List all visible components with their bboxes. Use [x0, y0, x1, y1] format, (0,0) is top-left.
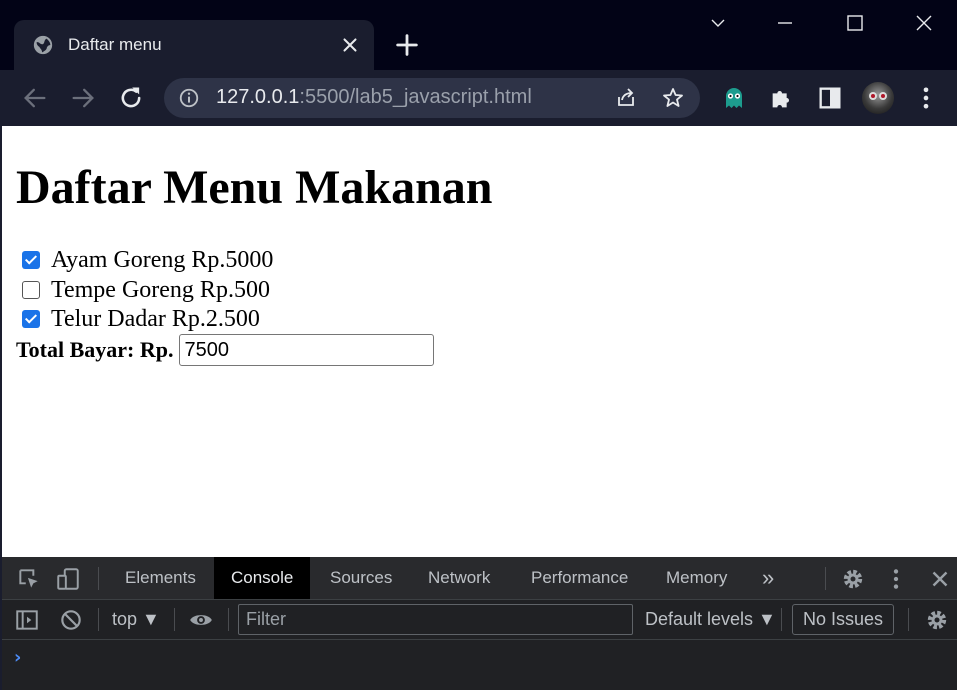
toolbar-divider: [228, 608, 229, 631]
toolbar-divider: [98, 567, 99, 590]
maximize-icon[interactable]: [840, 8, 870, 38]
ghost-extension-icon[interactable]: [720, 84, 748, 112]
bookmark-star-icon[interactable]: [661, 86, 685, 110]
devtools-tab-performance[interactable]: Performance: [518, 557, 641, 599]
url-text: 127.0.0.1:5500/lab5_javascript.html: [216, 86, 532, 109]
toolbar-divider: [825, 567, 826, 590]
browser-tab[interactable]: Daftar menu: [14, 20, 374, 72]
menu-item-label: Ayam Goreng Rp.5000: [51, 246, 274, 273]
side-panel-icon[interactable]: [816, 84, 844, 112]
more-tabs-chevron-icon[interactable]: »: [762, 557, 774, 599]
issues-button[interactable]: No Issues: [792, 604, 894, 635]
forward-arrow-icon[interactable]: [69, 84, 97, 112]
devtools-tab-sources[interactable]: Sources: [317, 557, 405, 599]
toolbar-divider: [98, 608, 99, 631]
devtools-more-vertical-icon[interactable]: [883, 566, 909, 592]
console-filter-input[interactable]: [238, 604, 633, 635]
execution-context-select[interactable]: top ▼: [112, 609, 160, 630]
total-label: Total Bayar: Rp.: [16, 337, 174, 362]
toolbar-divider: [781, 608, 782, 631]
menu-item-ayam-goreng[interactable]: Ayam Goreng Rp.5000: [22, 246, 273, 274]
checkbox-telur-dadar[interactable]: [22, 310, 40, 328]
show-sidebar-icon[interactable]: [14, 607, 40, 633]
site-info-icon[interactable]: [178, 87, 200, 109]
address-bar[interactable]: 127.0.0.1:5500/lab5_javascript.html: [164, 78, 700, 118]
devtools-panel: Elements Console Sources Network Perform…: [0, 557, 957, 690]
more-vertical-icon[interactable]: [912, 84, 940, 112]
close-devtools-icon[interactable]: [927, 566, 953, 592]
menu-item-label: Tempe Goreng Rp.500: [51, 276, 270, 303]
total-bayar-input[interactable]: [179, 334, 435, 366]
globe-icon: [33, 35, 53, 55]
profile-avatar-image: [869, 92, 887, 100]
devtools-tabbar: Elements Console Sources Network Perform…: [2, 557, 957, 600]
log-levels-dropdown[interactable]: Default levels ▼: [645, 609, 776, 630]
devtools-tab-console[interactable]: Console: [214, 557, 311, 599]
browser-titlebar: Daftar menu: [0, 0, 957, 72]
menu-item-label: Telur Dadar Rp.2.500: [51, 305, 260, 332]
toolbar-divider: [908, 608, 909, 631]
browser-toolbar: 127.0.0.1:5500/lab5_javascript.html: [0, 70, 957, 126]
clear-console-icon[interactable]: [58, 607, 84, 633]
devtools-tab-elements[interactable]: Elements: [112, 557, 209, 599]
close-window-icon[interactable]: [909, 8, 939, 38]
url-path: :5500/lab5_javascript.html: [299, 86, 532, 108]
share-icon[interactable]: [614, 86, 638, 110]
toolbar-divider: [174, 608, 175, 631]
url-host: 127.0.0.1: [216, 86, 300, 108]
devtools-tab-network[interactable]: Network: [415, 557, 503, 599]
tab-title: Daftar menu: [68, 35, 162, 54]
menu-item-tempe-goreng[interactable]: Tempe Goreng Rp.500: [22, 276, 270, 304]
total-row: Total Bayar: Rp.: [16, 334, 435, 366]
checkbox-tempe-goreng[interactable]: [22, 281, 40, 299]
new-tab-plus-icon[interactable]: [393, 31, 421, 59]
live-expression-eye-icon[interactable]: [188, 607, 214, 633]
console-settings-gear-icon[interactable]: [924, 607, 950, 633]
page-title: Daftar Menu Makanan: [16, 161, 493, 214]
tab-close-icon[interactable]: [339, 34, 361, 56]
minimize-icon[interactable]: [770, 8, 800, 38]
device-toolbar-icon[interactable]: [55, 566, 81, 592]
console-prompt-chevron-icon[interactable]: ›: [14, 647, 21, 668]
back-arrow-icon[interactable]: [21, 84, 49, 112]
puzzle-extensions-icon[interactable]: [768, 84, 796, 112]
inspect-element-icon[interactable]: [16, 566, 42, 592]
devtools-tab-memory[interactable]: Memory: [653, 557, 740, 599]
tab-search-chevron-down-icon[interactable]: [703, 8, 733, 38]
settings-gear-icon[interactable]: [840, 566, 866, 592]
menu-item-telur-dadar[interactable]: Telur Dadar Rp.2.500: [22, 305, 260, 333]
console-toolbar: top ▼ Default levels ▼ No Issues: [2, 600, 957, 640]
checkbox-ayam-goreng[interactable]: [22, 251, 40, 269]
page-viewport: Daftar Menu Makanan Ayam Goreng Rp.5000 …: [0, 126, 957, 557]
profile-avatar[interactable]: [862, 82, 894, 114]
reload-icon[interactable]: [117, 84, 145, 112]
